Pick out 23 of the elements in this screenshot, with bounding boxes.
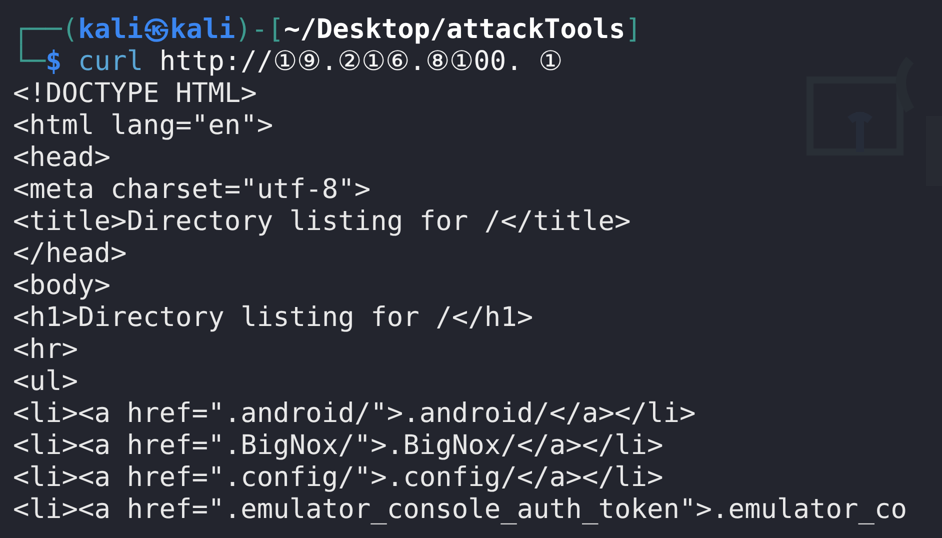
output-line: </head> — [13, 238, 127, 270]
output-line: <li><a href=".BigNox/">.BigNox/</a></li> — [13, 430, 664, 462]
current-directory: ~/Desktop/attackTools — [284, 14, 626, 46]
prompt-corner: └─ — [13, 46, 46, 78]
output-line: <meta charset="utf-8"> — [13, 174, 371, 206]
output-line: <head> — [13, 142, 111, 174]
output-line: <li><a href=".config/">.config/</a></li> — [13, 462, 664, 494]
output-line: <hr> — [13, 334, 78, 366]
output-line: <h1>Directory listing for /</h1> — [13, 302, 534, 334]
user-host: kali㉿kali — [78, 14, 236, 46]
output-line: <li><a href=".emulator_console_auth_token">.emulator_co — [13, 494, 908, 526]
output-line: <ul> — [13, 366, 78, 398]
prompt-bracket: )-[ — [235, 14, 284, 46]
prompt-symbol: $ — [46, 46, 62, 78]
output-line: <title>Directory listing for /</title> — [13, 206, 631, 238]
prompt-bracket: ] — [625, 14, 642, 46]
output-line: <li><a href=".android/">.android/</a></li> — [13, 398, 696, 430]
command-name: curl — [78, 46, 144, 78]
command-argument: http://①⑨.②①⑥.⑧①00. ① — [159, 46, 563, 78]
output-line: <body> — [13, 270, 111, 302]
output-line: <!DOCTYPE HTML> — [13, 78, 257, 110]
output-line: <html lang="en"> — [13, 110, 274, 142]
prompt-corner: ┌──( — [13, 14, 78, 45]
